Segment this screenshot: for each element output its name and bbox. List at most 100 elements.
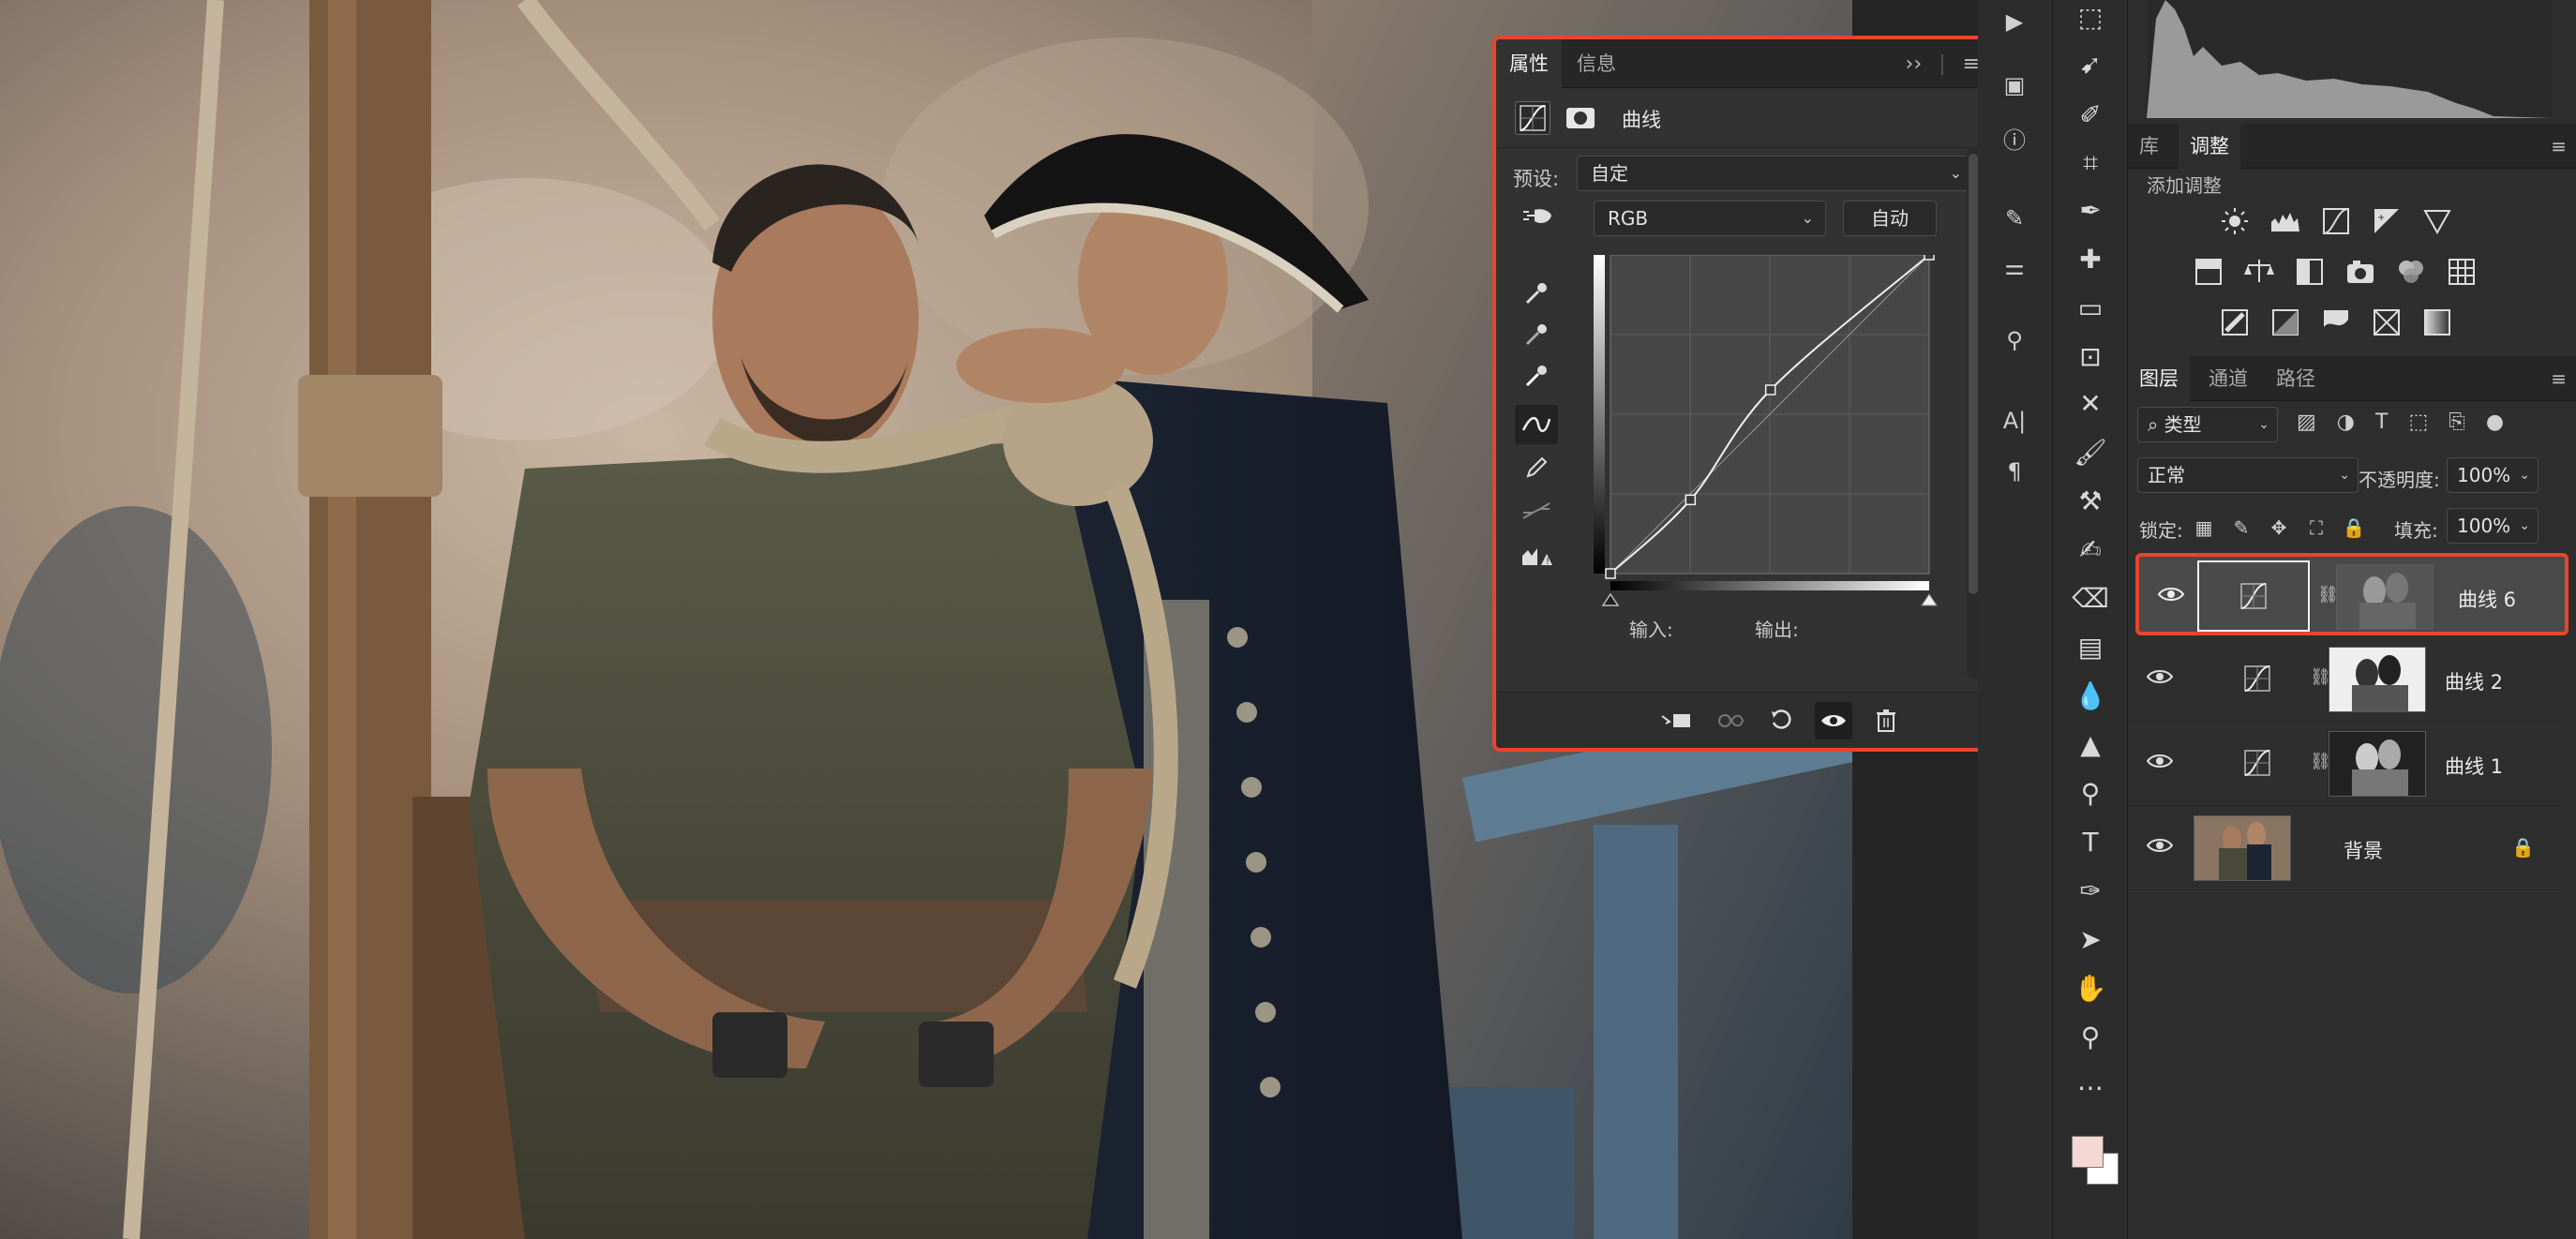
opacity-input[interactable]: 100% ⌄ bbox=[2447, 457, 2539, 493]
curve-control-point[interactable] bbox=[1605, 568, 1616, 579]
filter-pixel-icon[interactable]: ▨ bbox=[2297, 411, 2316, 434]
brush-tool-icon[interactable]: 🖌 bbox=[2066, 429, 2115, 474]
eye-icon[interactable] bbox=[2158, 585, 2184, 604]
white-point-slider[interactable] bbox=[1921, 593, 1938, 606]
tab-adjustments[interactable]: 调整 bbox=[2179, 124, 2240, 169]
layer-mask-icon[interactable] bbox=[1564, 101, 1599, 135]
black-point-eyedropper-icon[interactable] bbox=[1515, 274, 1558, 313]
curve-control-point[interactable] bbox=[1924, 255, 1935, 261]
layer-mask-thumbnail[interactable] bbox=[2336, 564, 2434, 630]
info-icon[interactable]: ⓘ bbox=[1993, 116, 2036, 159]
invert-icon[interactable] bbox=[2216, 304, 2254, 341]
content-aware-move-icon[interactable]: ✕ bbox=[2066, 381, 2115, 425]
tab-info[interactable]: 信息 bbox=[1564, 39, 1629, 88]
paragraph-icon[interactable]: ¶ bbox=[1993, 450, 2036, 493]
tab-properties[interactable]: 属性 bbox=[1496, 39, 1562, 88]
more-tools-icon[interactable]: ⋯ bbox=[2066, 1065, 2115, 1110]
curves-adjustment-icon[interactable] bbox=[1515, 101, 1550, 135]
patch-tool-icon[interactable]: ▭ bbox=[2066, 285, 2115, 330]
hue-saturation-icon[interactable] bbox=[2190, 253, 2227, 291]
character-icon[interactable]: A| bbox=[1993, 399, 2036, 442]
lock-position-icon[interactable]: ✥ bbox=[2265, 514, 2293, 542]
brightness-icon[interactable] bbox=[2216, 202, 2254, 240]
dodge-tool-icon[interactable]: ⚲ bbox=[2066, 770, 2115, 815]
clipping-warning-icon[interactable]: ! bbox=[1515, 536, 1558, 575]
black-white-icon[interactable] bbox=[2291, 253, 2329, 291]
filter-adjustment-icon[interactable]: ◑ bbox=[2337, 411, 2355, 434]
3d-cube-icon[interactable]: ▣ bbox=[1993, 64, 2036, 107]
brush-settings-icon[interactable]: ✎ bbox=[1993, 197, 2036, 240]
layer-mask-thumbnail[interactable] bbox=[2329, 731, 2426, 797]
curve-control-point[interactable] bbox=[1764, 384, 1776, 396]
layer-filter-select[interactable]: ⌕ 类型 ⌄ bbox=[2137, 407, 2278, 442]
eraser-tool-icon[interactable]: ⌫ bbox=[2066, 575, 2115, 620]
delete-icon[interactable] bbox=[1867, 702, 1905, 739]
layer-name[interactable]: 背景 bbox=[2344, 836, 2383, 864]
tab-paths[interactable]: 路径 bbox=[2265, 356, 2327, 401]
sharpen-tool-icon[interactable]: ▲ bbox=[2066, 722, 2115, 767]
play-icon[interactable]: ▶ bbox=[1993, 0, 2036, 43]
adjust-sliders-icon[interactable]: ⚌ bbox=[1993, 246, 2036, 289]
clip-to-layer-icon[interactable] bbox=[1657, 702, 1695, 739]
tab-channels[interactable]: 通道 bbox=[2197, 356, 2259, 401]
filter-smart-object-icon[interactable]: ⎘ bbox=[2449, 411, 2465, 434]
layer-row-background[interactable]: 背景 🔒 bbox=[2128, 808, 2561, 890]
hand-tool-icon[interactable]: ✋ bbox=[2066, 965, 2115, 1010]
history-brush-tool-icon[interactable]: ✍ bbox=[2066, 527, 2115, 572]
curve-point-tool-icon[interactable] bbox=[1515, 405, 1558, 444]
layer-row-curves-6[interactable]: ⛓ 曲线 6 bbox=[2135, 553, 2569, 635]
filter-shape-icon[interactable]: ⬚ bbox=[2408, 411, 2428, 434]
lock-image-pixels-icon[interactable]: ✎ bbox=[2227, 514, 2255, 542]
layer-name[interactable]: 曲线 1 bbox=[2445, 752, 2503, 780]
threshold-icon[interactable] bbox=[2317, 304, 2355, 341]
tab-layers[interactable]: 图层 bbox=[2128, 356, 2190, 401]
curves-adjustment-thumbnail[interactable] bbox=[2197, 560, 2310, 632]
lock-all-icon[interactable]: 🔒 bbox=[2340, 514, 2368, 542]
zoom-tool-icon[interactable]: ⚲ bbox=[2066, 1014, 2115, 1059]
channel-mixer-icon[interactable] bbox=[2392, 253, 2430, 291]
channel-select[interactable]: RGB ⌄ bbox=[1594, 201, 1826, 236]
layer-mask-thumbnail[interactable] bbox=[2329, 647, 2426, 712]
vibrance-icon[interactable] bbox=[2419, 202, 2456, 240]
selective-color-icon[interactable] bbox=[2368, 304, 2405, 341]
gradient-tool-icon[interactable]: ▤ bbox=[2066, 624, 2115, 669]
pen-tool-icon[interactable]: ✑ bbox=[2066, 868, 2115, 913]
auto-button[interactable]: 自动 bbox=[1843, 201, 1937, 236]
layer-name[interactable]: 曲线 2 bbox=[2445, 667, 2503, 695]
blur-tool-icon[interactable]: 💧 bbox=[2066, 673, 2115, 718]
white-point-eyedropper-icon[interactable] bbox=[1515, 356, 1558, 396]
color-swatches[interactable] bbox=[2062, 1121, 2122, 1187]
eye-icon[interactable] bbox=[2147, 836, 2173, 855]
curve-control-point[interactable] bbox=[1685, 494, 1697, 506]
filter-type-icon[interactable]: T bbox=[2375, 411, 2388, 434]
panel-menu-icon[interactable]: ≡ bbox=[2551, 367, 2567, 390]
fill-input[interactable]: 100% ⌄ bbox=[2447, 508, 2539, 544]
color-lookup-icon[interactable] bbox=[2443, 253, 2480, 291]
type-tool-icon[interactable]: T bbox=[2066, 819, 2115, 864]
marquee-tool-icon[interactable]: ⬚ bbox=[2066, 0, 2115, 39]
scroll-thumb[interactable] bbox=[1969, 154, 1978, 594]
layer-name[interactable]: 曲线 6 bbox=[2458, 585, 2516, 613]
pencil-icon[interactable] bbox=[1515, 448, 1558, 487]
gradient-map-icon[interactable] bbox=[2419, 304, 2456, 341]
color-balance-icon[interactable] bbox=[2240, 253, 2278, 291]
blend-mode-select[interactable]: 正常 ⌄ bbox=[2137, 457, 2359, 493]
frame-tool-icon[interactable]: ⊡ bbox=[2066, 334, 2115, 379]
gray-point-eyedropper-icon[interactable] bbox=[1515, 315, 1558, 354]
hand-adjust-icon[interactable] bbox=[1515, 197, 1562, 236]
eyedropper-tool-icon[interactable]: ✒ bbox=[2066, 187, 2115, 232]
foreground-color-swatch[interactable] bbox=[2072, 1136, 2104, 1168]
curves-adjustment-thumbnail[interactable] bbox=[2225, 731, 2289, 795]
eye-icon[interactable] bbox=[2147, 752, 2173, 770]
lock-artboard-icon[interactable]: ⛶ bbox=[2302, 514, 2330, 542]
visibility-toggle-icon[interactable] bbox=[1815, 702, 1852, 739]
layer-row-curves-2[interactable]: ⛓ 曲线 2 bbox=[2128, 639, 2561, 722]
lasso-tool-icon[interactable]: ➹ bbox=[2066, 41, 2115, 86]
background-thumbnail[interactable] bbox=[2194, 815, 2291, 881]
layer-row-curves-1[interactable]: ⛓ 曲线 1 bbox=[2128, 724, 2561, 806]
black-point-slider[interactable] bbox=[1601, 592, 1620, 606]
posterize-icon[interactable] bbox=[2267, 304, 2304, 341]
photo-filter-icon[interactable] bbox=[2342, 253, 2379, 291]
path-select-tool-icon[interactable]: ➤ bbox=[2066, 917, 2115, 962]
smooth-curve-icon[interactable] bbox=[1515, 491, 1558, 530]
